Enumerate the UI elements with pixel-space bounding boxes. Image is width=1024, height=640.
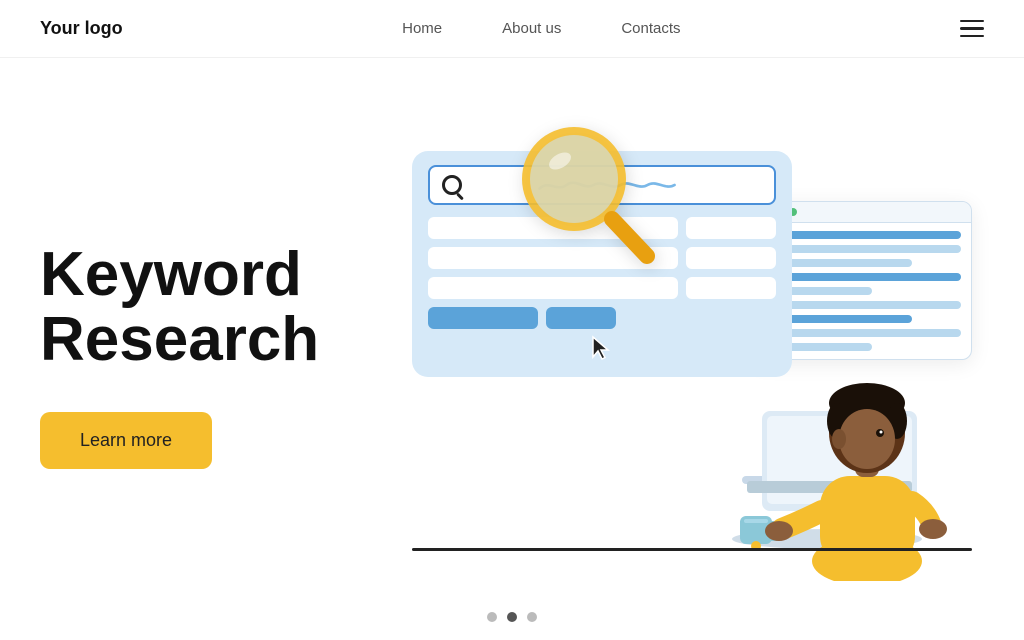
learn-more-button[interactable]: Learn more: [40, 412, 212, 469]
search-bar-icon: [442, 175, 462, 195]
pagination-dot-2[interactable]: [507, 612, 517, 622]
nav-links: Home About us Contacts: [402, 20, 680, 37]
pagination-dot-1[interactable]: [487, 612, 497, 622]
cursor-icon: [588, 335, 616, 363]
desk-line: [412, 548, 972, 551]
illustration-container: [382, 121, 982, 581]
result-row-4: [428, 307, 776, 329]
nav-home[interactable]: Home: [402, 20, 442, 37]
pagination-dot-3[interactable]: [527, 612, 537, 622]
hero-heading: Keyword Research: [40, 242, 380, 372]
nav-contacts[interactable]: Contacts: [621, 20, 680, 37]
hamburger-menu[interactable]: [960, 20, 984, 38]
navbar: Your logo Home About us Contacts: [0, 0, 1024, 58]
cursor-area: [428, 335, 776, 363]
hero-left: Keyword Research Learn more: [40, 232, 380, 469]
hero-illustration: [380, 78, 984, 623]
nav-about[interactable]: About us: [502, 20, 561, 37]
magnifier-icon: [502, 111, 662, 276]
main-content: Keyword Research Learn more: [0, 58, 1024, 623]
result-row-3: [428, 277, 776, 299]
pagination-dots: [487, 612, 537, 622]
logo: Your logo: [40, 18, 123, 39]
